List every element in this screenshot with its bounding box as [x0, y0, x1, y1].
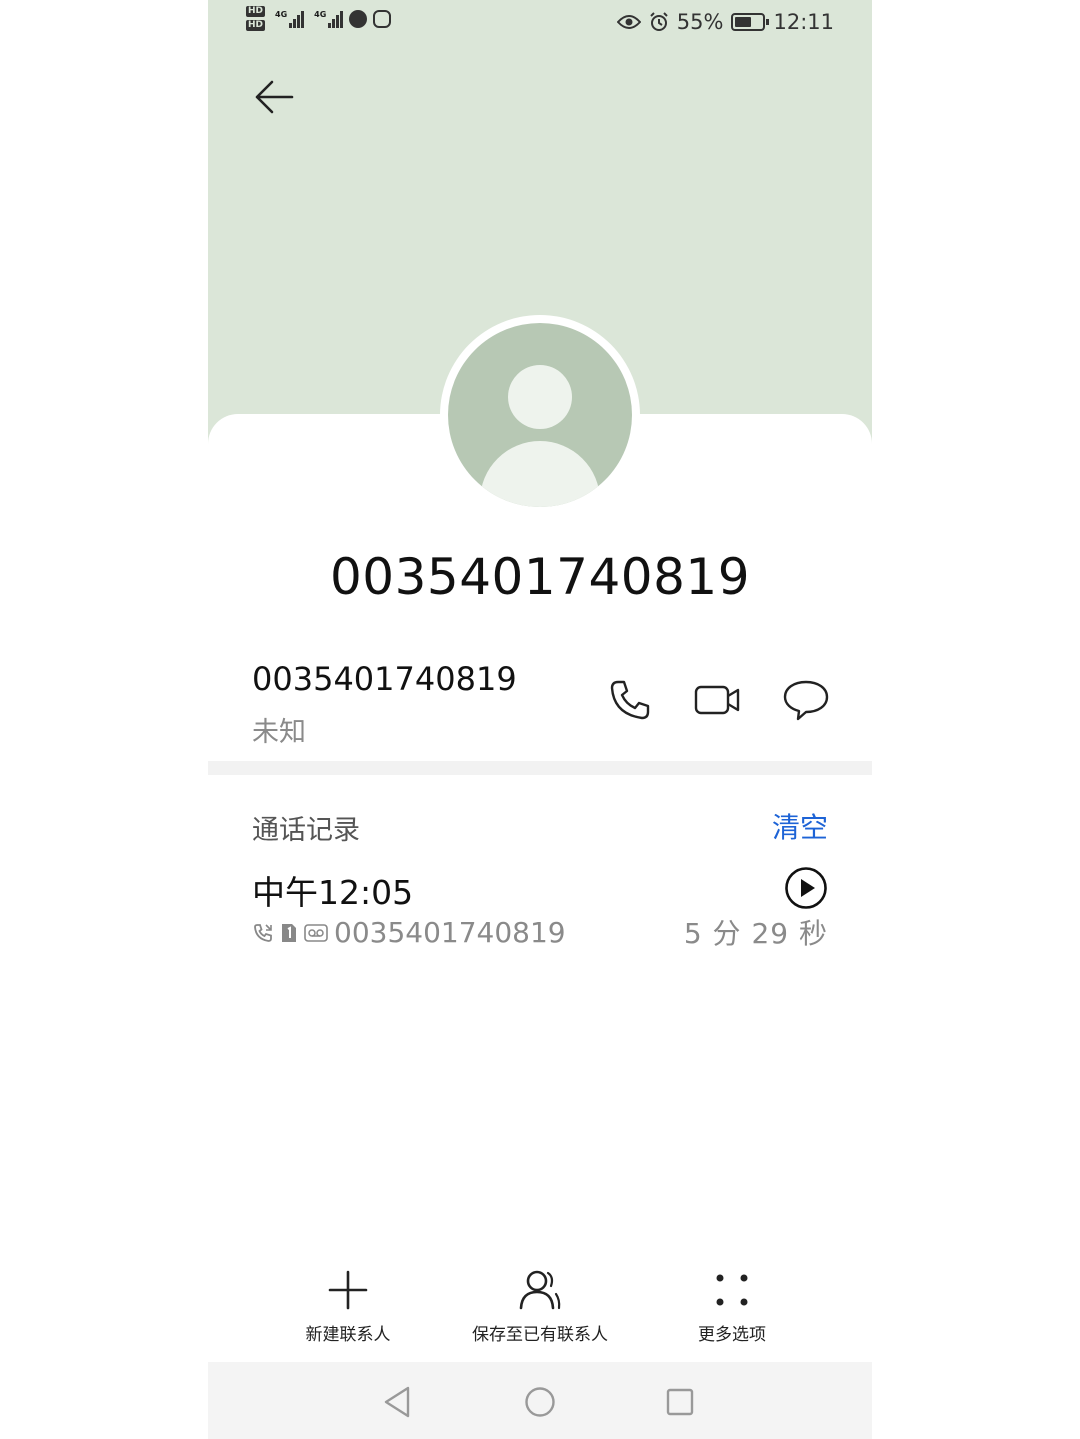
bottom-action-bar: 新建联系人 保存至已有联系人 更多选项: [208, 1268, 872, 1358]
hand-icon: [373, 9, 392, 28]
voicemail-icon: [304, 923, 328, 942]
avatar-body: [480, 441, 600, 507]
call-log-title: 通话记录: [252, 815, 360, 846]
nav-recents-button[interactable]: [660, 1382, 700, 1422]
call-time: 中午12:05: [252, 873, 414, 912]
status-bar-left: HD HD 4G 4G: [246, 6, 392, 31]
battery-icon: [731, 13, 770, 31]
chat-bubble-icon: [783, 680, 829, 721]
new-contact-label: 新建联系人: [305, 1325, 391, 1345]
hd-badge-sim1: HD: [246, 6, 266, 17]
save-to-existing-contact-button[interactable]: 保存至已有联系人: [440, 1268, 640, 1345]
video-call-button[interactable]: [694, 676, 742, 724]
video-camera-icon: [694, 685, 740, 715]
nav-back-button[interactable]: [378, 1382, 418, 1422]
more-options-button[interactable]: 更多选项: [632, 1268, 832, 1345]
incoming-call-icon: [254, 923, 272, 942]
call-duration: 5 分 29 秒: [683, 917, 828, 950]
network-type-sim1: 4G: [275, 9, 288, 19]
number-location: 未知: [252, 717, 306, 748]
contact-title-number: 0035401740819: [329, 548, 751, 606]
eye-icon: [616, 15, 641, 29]
hd-indicators: HD HD: [246, 6, 266, 31]
back-button[interactable]: [252, 74, 298, 120]
alarm-icon: [650, 12, 668, 31]
play-circle-icon: [785, 867, 827, 909]
signal-sim1-icon: 4G: [275, 9, 305, 28]
call-meta: 0035401740819: [252, 916, 566, 949]
avatar[interactable]: [448, 323, 632, 507]
voice-assistant-icon: [349, 9, 368, 28]
signal-sim2-icon: 4G: [314, 9, 344, 28]
play-recording-button[interactable]: [784, 866, 828, 910]
call-number: 0035401740819: [334, 916, 566, 949]
plus-icon: [328, 1270, 368, 1310]
status-bar: HD HD 4G 4G 55% 12:11: [208, 0, 872, 48]
more-options-label: 更多选项: [698, 1325, 766, 1345]
new-contact-button[interactable]: 新建联系人: [248, 1268, 448, 1345]
phone-screen: HD HD 4G 4G 55% 12:11 0035401740819 0035…: [208, 0, 872, 1439]
status-bar-right: 55% 12:11: [616, 10, 834, 34]
system-navigation-bar: [208, 1362, 872, 1439]
square-recents-icon: [666, 1388, 694, 1416]
message-button[interactable]: [782, 676, 830, 724]
triangle-back-icon: [384, 1386, 410, 1418]
nav-home-button[interactable]: [520, 1382, 560, 1422]
phone-number: 0035401740819: [252, 660, 517, 698]
network-type-sim2: 4G: [314, 9, 327, 19]
sim1-icon: [282, 923, 296, 942]
clock: 12:11: [773, 10, 834, 34]
avatar-head: [508, 365, 572, 429]
hd-badge-sim2: HD: [246, 20, 266, 31]
battery-percent: 55%: [676, 10, 724, 34]
number-row[interactable]: 0035401740819 未知: [208, 650, 872, 758]
call-button[interactable]: [606, 676, 654, 724]
phone-icon: [610, 680, 650, 720]
circle-home-icon: [525, 1387, 555, 1417]
arrow-left-icon: [255, 80, 294, 114]
person-icon: [519, 1270, 561, 1310]
save-to-existing-label: 保存至已有联系人: [472, 1325, 608, 1345]
clear-call-log-button[interactable]: 清空: [772, 806, 828, 846]
section-divider: [208, 761, 872, 775]
more-dots-icon: [716, 1274, 748, 1306]
